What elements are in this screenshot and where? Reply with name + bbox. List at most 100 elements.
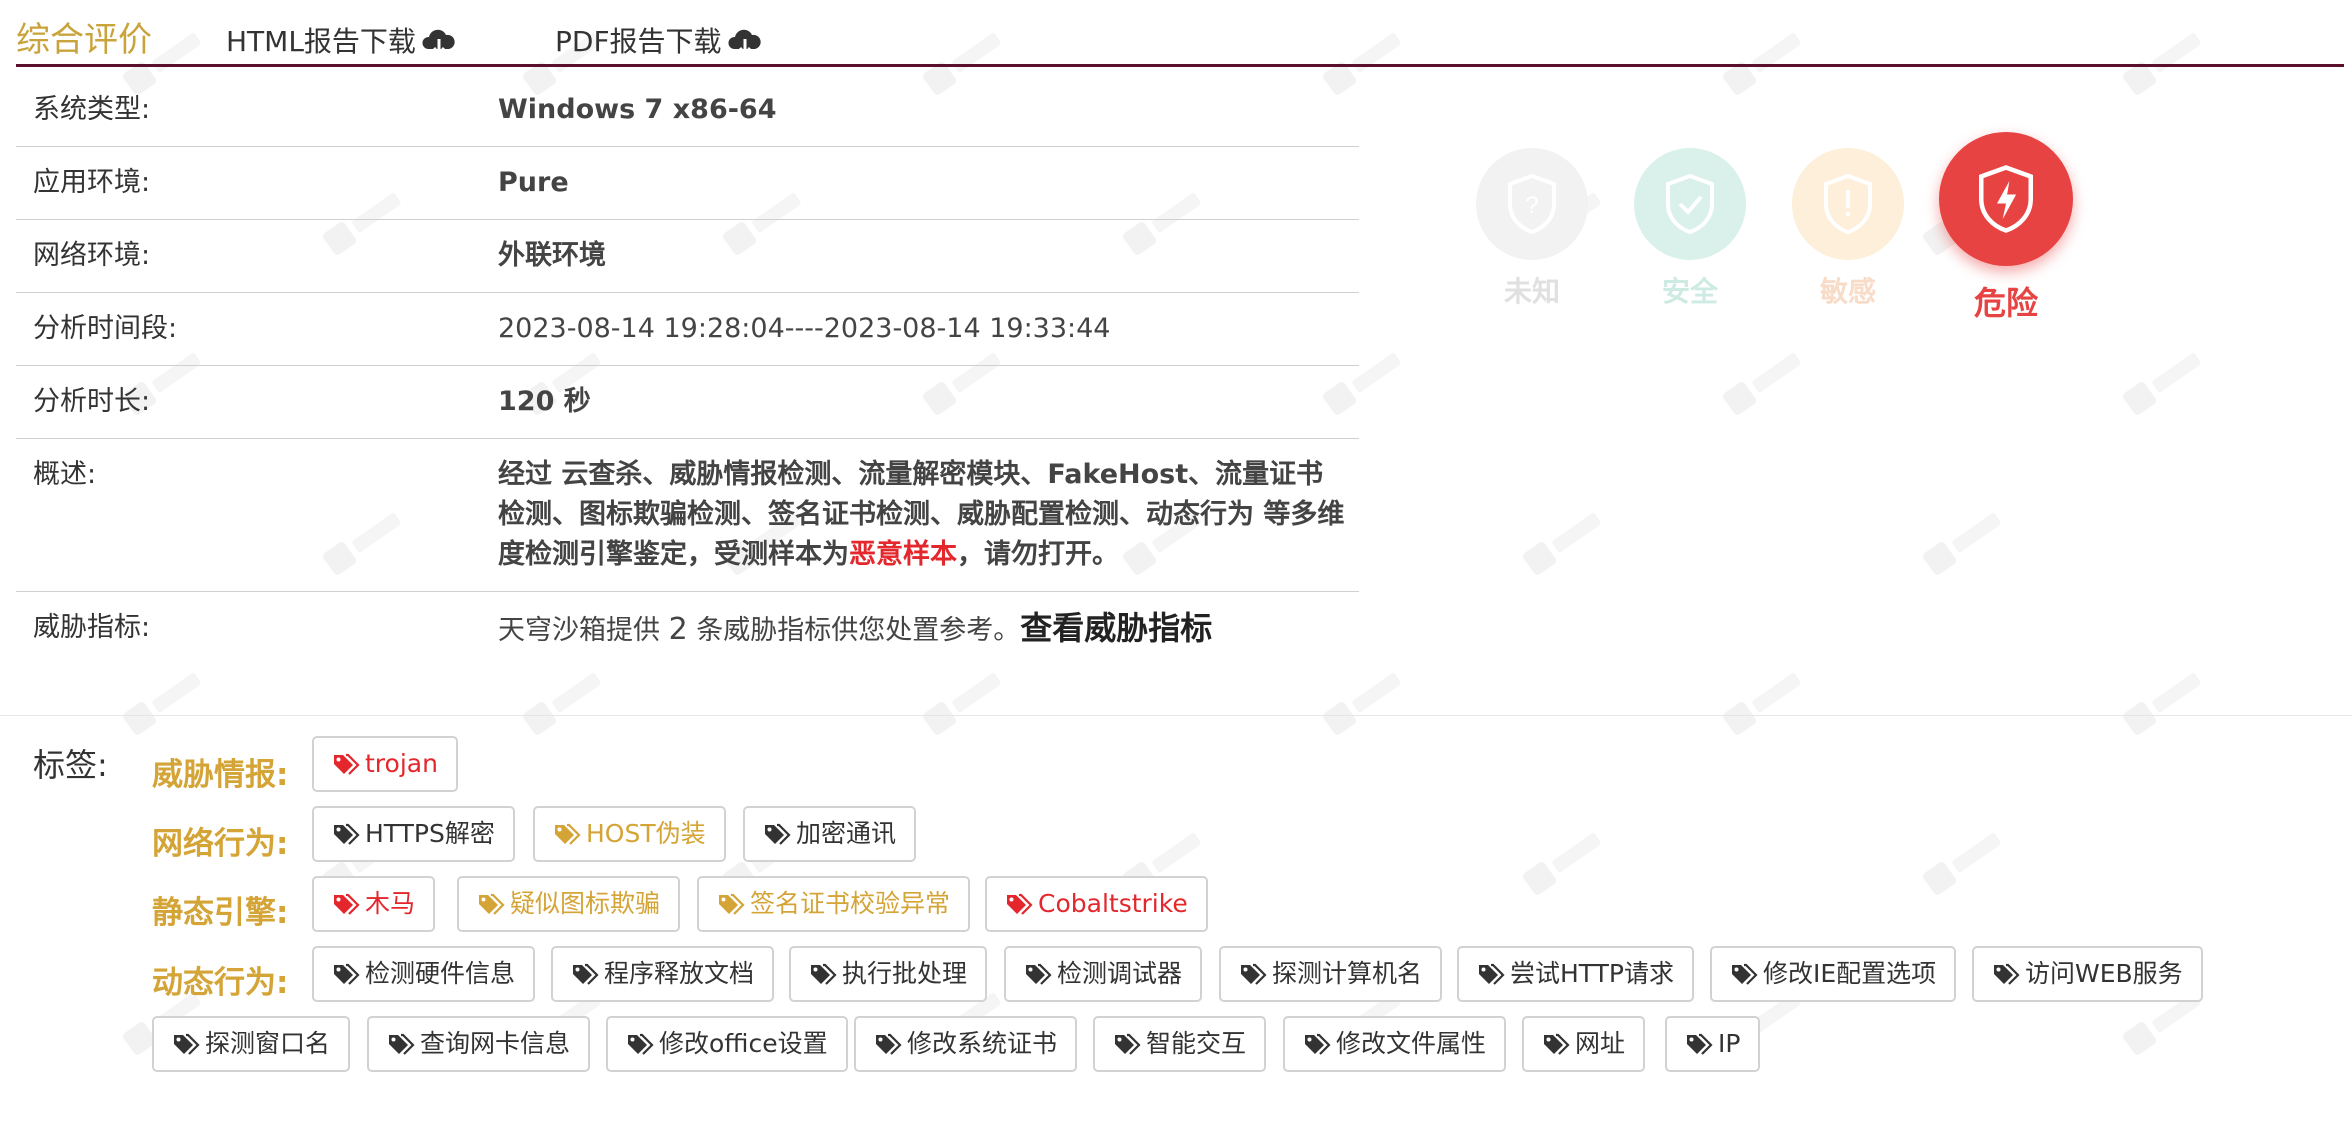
cloud-download-icon bbox=[422, 29, 455, 57]
tag-icon bbox=[332, 811, 362, 863]
network-env-value: 外联环境 bbox=[498, 240, 606, 271]
indicator-count: 2 bbox=[668, 612, 688, 647]
tag-dynamic-1[interactable]: 程序释放文档 bbox=[551, 946, 775, 1003]
row-analysis-duration: 分析时长: 120 秒 bbox=[16, 366, 1359, 439]
row-app-env: 应用环境: Pure bbox=[16, 147, 1359, 220]
level-safe-label: 安全 bbox=[1661, 275, 1718, 308]
section-title: 综合评价 bbox=[16, 20, 152, 60]
row-summary: 概述: 经过 云查杀、威胁情报检测、流量解密模块、FakeHost、流量证书检测… bbox=[16, 439, 1359, 592]
tags-label: 标签: bbox=[33, 746, 108, 784]
tag-dynamic-15[interactable]: IP bbox=[1665, 1016, 1761, 1073]
threat-intel-label: 威胁情报: bbox=[152, 757, 289, 793]
tag-dynamic-4[interactable]: 探测计算机名 bbox=[1219, 946, 1443, 1003]
tag-dynamic-6[interactable]: 修改IE配置选项 bbox=[1710, 946, 1957, 1003]
summary-label: 概述: bbox=[33, 459, 97, 490]
tag-dynamic-3[interactable]: 检测调试器 bbox=[1004, 946, 1203, 1003]
tag-icon bbox=[1239, 951, 1269, 1003]
view-indicators-link[interactable]: 查看威胁指标 bbox=[1020, 609, 1212, 647]
level-safe: 安全 bbox=[1633, 148, 1747, 310]
tag-dynamic-13[interactable]: 修改文件属性 bbox=[1283, 1016, 1507, 1073]
overview-table: 系统类型: Windows 7 x86-64 应用环境: Pure 网络环境: … bbox=[16, 74, 1359, 667]
question-shield-icon: ? bbox=[1476, 148, 1588, 260]
indicator-text-b: 条威胁指标供您处置参考。 bbox=[687, 615, 1021, 646]
network-behavior-label: 网络行为: bbox=[152, 826, 289, 862]
tag-dynamic-14[interactable]: 网址 bbox=[1522, 1016, 1646, 1073]
tag-dynamic-10[interactable]: 修改office设置 bbox=[606, 1016, 848, 1072]
tag-icon bbox=[1542, 1021, 1572, 1073]
tag-network-2[interactable]: 加密通讯 bbox=[743, 806, 917, 862]
section-divider bbox=[0, 715, 2352, 716]
tag-static-2[interactable]: 签名证书校验异常 bbox=[697, 876, 971, 933]
level-sensitive: 敏感 bbox=[1791, 148, 1905, 310]
tag-icon bbox=[1477, 951, 1507, 1003]
level-danger-active: 危险 bbox=[1938, 132, 2074, 324]
tag-network-1[interactable]: HOST伪装 bbox=[533, 806, 726, 862]
static-engine-label: 静态引擎: bbox=[152, 895, 289, 931]
lightning-shield-icon bbox=[1939, 132, 2073, 266]
analysis-period-value: 2023-08-14 19:28:04----2023-08-14 19:33:… bbox=[498, 313, 1111, 344]
summary-value: 经过 云查杀、威胁情报检测、流量解密模块、FakeHost、流量证书检测、图标欺… bbox=[498, 439, 1359, 592]
tag-icon bbox=[172, 1021, 202, 1073]
analysis-duration-label: 分析时长: bbox=[33, 386, 151, 417]
threat-indicators-label: 威胁指标: bbox=[33, 612, 151, 643]
analysis-duration-value: 120 秒 bbox=[498, 386, 591, 417]
tag-dynamic-5[interactable]: 尝试HTTP请求 bbox=[1457, 946, 1694, 1002]
tag-dynamic-8[interactable]: 探测窗口名 bbox=[152, 1016, 351, 1073]
dynamic-behavior-label: 动态行为: bbox=[152, 965, 289, 1001]
app-env-value: Pure bbox=[498, 167, 569, 198]
row-threat-indicators: 威胁指标: 天穹沙箱提供 2 条威胁指标供您处置参考。查看威胁指标 bbox=[16, 592, 1359, 668]
row-analysis-period: 分析时间段: 2023-08-14 19:28:04----2023-08-14… bbox=[16, 293, 1359, 366]
threat-indicators-value: 天穹沙箱提供 2 条威胁指标供您处置参考。查看威胁指标 bbox=[498, 592, 1359, 668]
pdf-download-label: PDF报告下载 bbox=[555, 25, 722, 58]
tag-static-0[interactable]: 木马 bbox=[312, 876, 436, 933]
check-shield-icon bbox=[1634, 148, 1746, 260]
tag-icon bbox=[1303, 1021, 1333, 1073]
tag-icon bbox=[332, 881, 362, 933]
tag-icon bbox=[387, 1021, 417, 1073]
tag-icon bbox=[332, 741, 362, 793]
tag-icon bbox=[1005, 881, 1035, 933]
tag-dynamic-9[interactable]: 查询网卡信息 bbox=[367, 1016, 591, 1073]
svg-text:?: ? bbox=[1525, 192, 1538, 219]
tag-icon bbox=[1113, 1021, 1143, 1073]
tag-icon bbox=[1730, 951, 1760, 1003]
cloud-download-icon bbox=[728, 29, 761, 57]
tag-icon bbox=[1024, 951, 1054, 1003]
level-sensitive-label: 敏感 bbox=[1819, 275, 1876, 308]
tag-threat-intel-0[interactable]: trojan bbox=[312, 736, 458, 792]
indicator-text-a: 天穹沙箱提供 bbox=[498, 615, 669, 646]
threat-level-indicator: ? 未知 安全 敏感 危险 bbox=[1470, 130, 2090, 330]
html-download-label: HTML报告下载 bbox=[226, 25, 416, 58]
tag-static-1[interactable]: 疑似图标欺骗 bbox=[457, 876, 681, 932]
tag-dynamic-0[interactable]: 检测硬件信息 bbox=[312, 946, 536, 1003]
system-type-label: 系统类型: bbox=[33, 94, 151, 125]
pdf-download-link[interactable]: PDF报告下载 bbox=[555, 20, 762, 60]
report-header: 综合评价 HTML报告下载 PDF报告下载 bbox=[16, 0, 2344, 67]
level-unknown-label: 未知 bbox=[1503, 275, 1560, 308]
tag-icon bbox=[332, 951, 362, 1003]
html-download-link[interactable]: HTML报告下载 bbox=[226, 20, 456, 60]
tag-network-0[interactable]: HTTPS解密 bbox=[312, 806, 515, 862]
system-type-value: Windows 7 x86-64 bbox=[498, 94, 777, 125]
tag-icon bbox=[1685, 1021, 1715, 1073]
tag-dynamic-7[interactable]: 访问WEB服务 bbox=[1972, 946, 2203, 1002]
tag-static-3[interactable]: Cobaltstrike bbox=[985, 876, 1208, 932]
level-danger-label: 危险 bbox=[1973, 284, 2038, 322]
tag-dynamic-2[interactable]: 执行批处理 bbox=[789, 946, 988, 1002]
network-env-label: 网络环境: bbox=[33, 240, 151, 271]
analysis-period-label: 分析时间段: bbox=[33, 313, 178, 344]
tag-icon bbox=[571, 951, 601, 1003]
row-network-env: 网络环境: 外联环境 bbox=[16, 220, 1359, 293]
tag-icon bbox=[717, 881, 747, 933]
tag-dynamic-12[interactable]: 智能交互 bbox=[1093, 1016, 1267, 1073]
tag-dynamic-11[interactable]: 修改系统证书 bbox=[854, 1016, 1078, 1072]
watermark-mark bbox=[2115, 338, 2215, 426]
app-env-label: 应用环境: bbox=[33, 167, 151, 198]
summary-tail: ，请勿打开。 bbox=[957, 539, 1119, 570]
tag-icon bbox=[626, 1021, 656, 1073]
watermark-mark bbox=[1715, 338, 1815, 426]
watermark-mark bbox=[1915, 498, 2015, 586]
tag-icon bbox=[1992, 951, 2022, 1003]
tags-section: 标签: 威胁情报: trojan 网络行为: HTTPS解密 HOST伪装 加密… bbox=[0, 730, 2352, 1090]
level-unknown: ? 未知 bbox=[1475, 148, 1589, 310]
